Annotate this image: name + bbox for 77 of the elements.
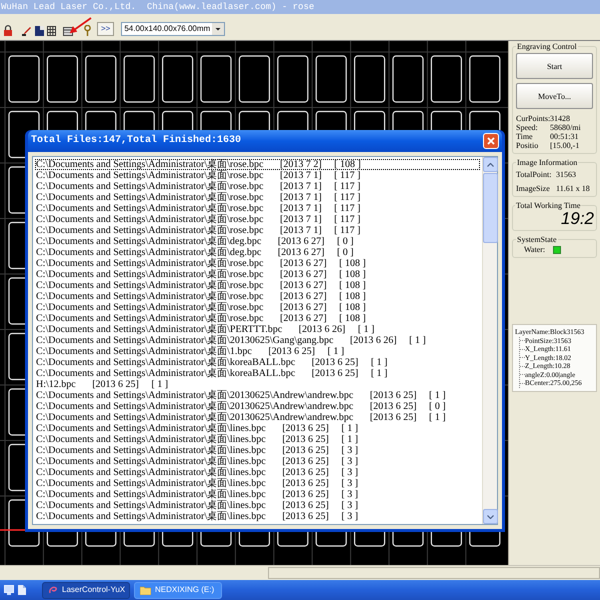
window-icon[interactable] bbox=[63, 27, 73, 36]
readout-value: 31428 bbox=[550, 114, 571, 123]
close-button[interactable] bbox=[483, 133, 499, 149]
group-title: Engraving Control bbox=[516, 42, 578, 51]
file-list-item[interactable]: C:\Documents and Settings\Administrator\桌面\rose.bpc [2013 7 1] [ 117 ] bbox=[35, 192, 480, 203]
file-list-item[interactable]: C:\Documents and Settings\Administrator\桌面\20130625\Andrew\andrew.bpc [2013 6 25] [ 0 ] bbox=[35, 401, 480, 412]
group-title: Total Working Time bbox=[515, 201, 582, 210]
file-list-item[interactable]: C:\Documents and Settings\Administrator\桌面\rose.bpc [2013 7 1] [ 117 ] bbox=[35, 181, 480, 192]
file-list-item[interactable]: C:\Documents and Settings\Administrator\桌面\1.bpc [2013 6 25] [ 1 ] bbox=[35, 346, 480, 357]
file-list-item[interactable]: C:\Documents and Settings\Administrator\桌面\deg.bpc [2013 6 27] [ 0 ] bbox=[35, 236, 480, 247]
state-label: Water: bbox=[524, 245, 546, 254]
readout-value: [15.00,-1 bbox=[550, 141, 580, 150]
panel-button[interactable]: Start bbox=[516, 53, 593, 79]
file-list-item[interactable]: C:\Documents and Settings\Administrator\桌面\rose.bpc [2013 7 1] [ 117 ] bbox=[35, 225, 480, 236]
annotation-arrow-icon bbox=[68, 17, 92, 35]
file-list-item[interactable]: C:\Documents and Settings\Administrator\桌面\rose.bpc [2013 6 27] [ 108 ] bbox=[35, 313, 480, 324]
file-list-item[interactable]: C:\Documents and Settings\Administrator\桌面\lines.bpc [2013 6 25] [ 3 ] bbox=[35, 445, 480, 456]
scroll-up-button[interactable] bbox=[483, 157, 498, 172]
working-time-value: 19:2 bbox=[560, 210, 594, 228]
chevron-up-icon bbox=[487, 162, 494, 166]
chevron-down-icon bbox=[487, 514, 494, 518]
folder-icon bbox=[140, 586, 151, 594]
close-icon bbox=[487, 137, 495, 145]
file-list-item[interactable]: C:\Documents and Settings\Administrator\桌面\rose.bpc [2013 7 1] [ 117 ] bbox=[35, 203, 480, 214]
file-list-item[interactable]: C:\Documents and Settings\Administrator\桌面\20130625\Andrew\andrew.bpc [2013 6 25] [ 1 ] bbox=[35, 412, 480, 423]
file-list-item[interactable]: C:\Documents and Settings\Administrator\桌面\lines.bpc [2013 6 25] [ 3 ] bbox=[35, 467, 480, 478]
file-list-item[interactable]: C:\Documents and Settings\Administrator\桌面\lines.bpc [2013 6 25] [ 3 ] bbox=[35, 500, 480, 511]
lock-icon[interactable] bbox=[3, 25, 13, 36]
file-list-item[interactable]: C:\Documents and Settings\Administrator\桌面\rose.bpc [2013 6 27] [ 108 ] bbox=[35, 269, 480, 280]
readout-label: Speed: bbox=[516, 123, 539, 132]
file-list-item[interactable]: C:\Documents and Settings\Administrator\桌面\koreaBALL.bpc [2013 6 25] [ 1 ] bbox=[35, 357, 480, 368]
file-list-item[interactable]: C:\Documents and Settings\Administrator\桌面\rose.bpc [2013 6 27] [ 108 ] bbox=[35, 302, 480, 313]
pen-icon[interactable] bbox=[22, 26, 32, 36]
file-list-item[interactable]: C:\Documents and Settings\Administrator\桌面\deg.bpc [2013 6 27] [ 0 ] bbox=[35, 247, 480, 258]
file-list-item[interactable]: C:\Documents and Settings\Administrator\桌面\rose.bpc [2013 7 1] [ 117 ] bbox=[35, 214, 480, 225]
panel-button[interactable]: MoveTo... bbox=[516, 83, 593, 109]
info-value: 31563 bbox=[556, 170, 577, 179]
info-value: 11.61 x 18 bbox=[556, 184, 591, 193]
dialog-title: Total Files:147,Total Finished:1630 bbox=[31, 136, 242, 146]
file-list-item[interactable]: C:\Documents and Settings\Administrator\桌面\koreaBALL.bpc [2013 6 25] [ 1 ] bbox=[35, 368, 480, 379]
taskbar-button[interactable]: LaserControl-YuX bbox=[42, 582, 130, 598]
file-list-item[interactable]: C:\Documents and Settings\Administrator\桌面\rose.bpc [2013 6 27] [ 108 ] bbox=[35, 291, 480, 302]
expand-button[interactable]: >> bbox=[97, 22, 114, 36]
scroll-down-button[interactable] bbox=[483, 509, 498, 524]
caret-down-icon bbox=[212, 23, 224, 35]
file-list-item[interactable]: C:\Documents and Settings\Administrator\桌面\lines.bpc [2013 6 25] [ 3 ] bbox=[35, 478, 480, 489]
file-list-item[interactable]: C:\Documents and Settings\Administrator\桌面\20130625\Gang\gang.bpc [2013 6 26] [ 1 ] bbox=[35, 335, 480, 346]
file-list-item[interactable]: C:\Documents and Settings\Administrator\桌面\20130625\Andrew\andrew.bpc [2013 6 25] [ 1 ] bbox=[35, 390, 480, 401]
info-label: ImageSize bbox=[516, 184, 551, 193]
group-title: Image Information bbox=[516, 158, 578, 167]
monitor-icon[interactable] bbox=[4, 585, 14, 595]
file-list-item[interactable]: C:\Documents and Settings\Administrator\桌面\rose.bpc [2013 6 27] [ 108 ] bbox=[35, 280, 480, 291]
file-list-item[interactable]: C:\Documents and Settings\Administrator\桌面\rose.bpc [2013 7 2] [ 108 ] bbox=[35, 159, 480, 170]
file-list-item[interactable]: C:\Documents and Settings\Administrator\桌面\lines.bpc [2013 6 25] [ 3 ] bbox=[35, 489, 480, 500]
pin-icon[interactable] bbox=[84, 25, 91, 36]
readout-value: 00:51:31 bbox=[550, 132, 580, 141]
file-list-item[interactable]: C:\Documents and Settings\Administrator\桌面\lines.bpc [2013 6 25] [ 1 ] bbox=[35, 434, 480, 445]
grid-icon[interactable] bbox=[47, 26, 56, 36]
group-title: SystemState bbox=[516, 235, 558, 244]
scrollbar-thumb[interactable] bbox=[483, 173, 498, 243]
window-title: WuHan Lead Laser Co.,Ltd. China(www.leadlaser.com) - rose bbox=[1, 2, 314, 12]
info-label: TotalPoint: bbox=[516, 170, 552, 179]
file-list-item[interactable]: C:\Documents and Settings\Administrator\桌面\rose.bpc [2013 6 27] [ 108 ] bbox=[35, 258, 480, 269]
file-list-item[interactable]: C:\Documents and Settings\Administrator\桌面\lines.bpc [2013 6 25] [ 1 ] bbox=[35, 423, 480, 434]
readout-label: Time bbox=[516, 132, 534, 141]
size-select[interactable]: 54.00x140.00x76.00mm bbox=[121, 22, 226, 36]
file-list-item[interactable]: C:\Documents and Settings\Administrator\桌面\lines.bpc [2013 6 25] [ 3 ] bbox=[35, 511, 480, 522]
readout-label: CurPoints: bbox=[516, 114, 550, 123]
readout-label: Positio bbox=[516, 141, 540, 150]
file-list-item[interactable]: C:\Documents and Settings\Administrator\桌面\lines.bpc [2013 6 25] [ 3 ] bbox=[35, 456, 480, 467]
file-list-item[interactable]: C:\Documents and Settings\Administrator\桌面\PERTTT.bpc [2013 6 26] [ 1 ] bbox=[35, 324, 480, 335]
page-icon[interactable] bbox=[18, 585, 26, 595]
swirl-icon bbox=[48, 585, 58, 595]
file-list-item[interactable]: H:\12.bpc [2013 6 25] [ 1 ] bbox=[35, 379, 480, 390]
square-icon[interactable] bbox=[35, 26, 44, 36]
file-list-item[interactable]: C:\Documents and Settings\Administrator\桌面\rose.bpc [2013 7 1] [ 117 ] bbox=[35, 170, 480, 181]
readout-value: 58680/mi bbox=[550, 123, 582, 132]
